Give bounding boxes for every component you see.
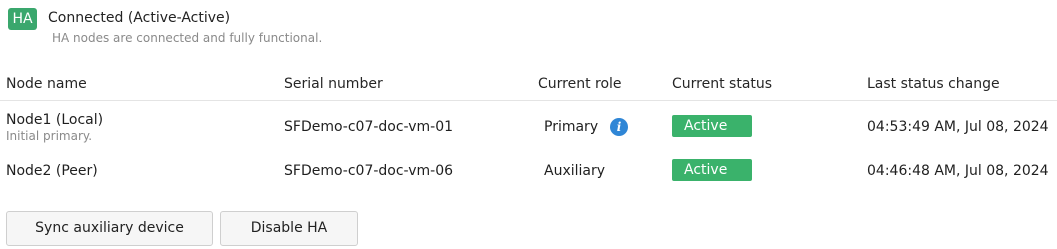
table-row: Node1 (Local) Initial primary. SFDemo-c0… — [0, 101, 1057, 145]
last-status-change: 04:53:49 AM, Jul 08, 2024 — [867, 119, 1049, 135]
column-header-last-status-change: Last status change — [867, 76, 1000, 92]
current-role: Primary — [544, 119, 599, 135]
column-header-current-role: Current role — [538, 76, 622, 92]
serial-number: SFDemo-c07-doc-vm-06 — [284, 163, 454, 179]
ha-nodes-table: Node name Serial number Current role Cur… — [0, 69, 1057, 189]
serial-number: SFDemo-c07-doc-vm-01 — [284, 119, 454, 135]
sync-auxiliary-device-button[interactable]: Sync auxiliary device — [6, 211, 213, 246]
disable-ha-button[interactable]: Disable HA — [220, 211, 358, 246]
node-note: Initial primary. — [6, 129, 93, 143]
status-badge: Active — [672, 159, 752, 181]
table-header: Node name Serial number Current role Cur… — [0, 69, 1057, 101]
column-header-node-name: Node name — [6, 76, 87, 92]
column-header-serial-number: Serial number — [284, 76, 383, 92]
ha-status-title: Connected (Active-Active) — [48, 10, 231, 26]
node-name: Node1 (Local) — [6, 112, 104, 128]
ha-status-description: HA nodes are connected and fully functio… — [52, 31, 323, 45]
status-badge: Active — [672, 115, 752, 137]
current-role: Auxiliary — [544, 163, 606, 179]
table-row: Node2 (Peer) SFDemo-c07-doc-vm-06 Auxili… — [0, 145, 1057, 189]
last-status-change: 04:46:48 AM, Jul 08, 2024 — [867, 163, 1049, 179]
column-header-current-status: Current status — [672, 76, 773, 92]
ha-status-header: HA Connected (Active-Active) HA nodes ar… — [8, 7, 1057, 47]
info-icon[interactable]: i — [610, 118, 628, 136]
node-name: Node2 (Peer) — [6, 163, 98, 179]
ha-badge: HA — [8, 8, 37, 30]
